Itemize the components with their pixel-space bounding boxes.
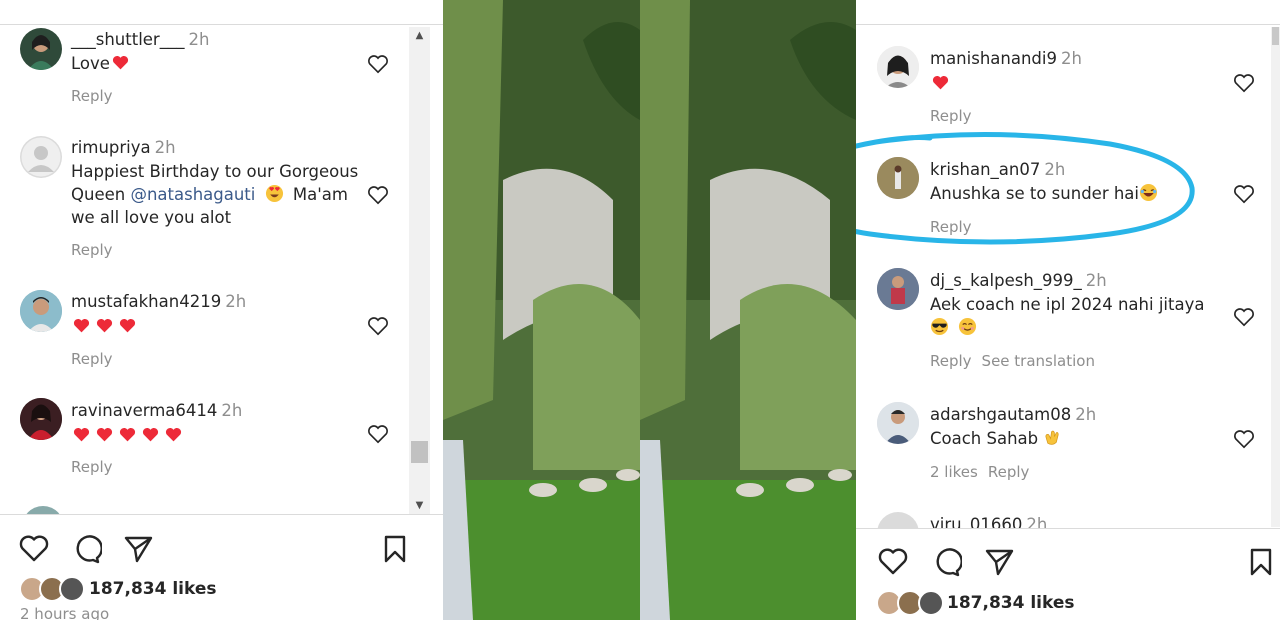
- likes-count[interactable]: 187,834 likes: [947, 593, 1075, 613]
- reply-button[interactable]: Reply: [71, 87, 123, 105]
- red-heart-emoji: [142, 427, 159, 442]
- comment-meta: Reply See translation: [930, 352, 1105, 370]
- top-divider: [0, 24, 443, 25]
- avatar[interactable]: [20, 398, 62, 440]
- comment-username[interactable]: dj_s_kalpesh_999_ 2h: [930, 271, 1107, 290]
- comment-text: Coach Sahab: [930, 427, 1062, 450]
- comment-username[interactable]: ___shuttler___ 2h: [71, 30, 209, 49]
- comment-icon[interactable]: [930, 546, 962, 578]
- see-translation-link[interactable]: See translation: [982, 352, 1095, 370]
- avatar[interactable]: [20, 28, 62, 70]
- reply-button[interactable]: Reply: [930, 107, 982, 125]
- action-bar: 187,834 likes: [856, 528, 1280, 620]
- comment-text: Love: [71, 52, 135, 75]
- comment-username[interactable]: mustafakhan4219 2h: [71, 292, 246, 311]
- like-comment-heart-icon[interactable]: [1233, 184, 1255, 204]
- comment-meta: 2 likes Reply: [930, 463, 1039, 481]
- comment-time: 2h: [1060, 49, 1082, 68]
- like-comment-heart-icon[interactable]: [367, 316, 389, 336]
- avatar[interactable]: [877, 46, 919, 88]
- reply-button[interactable]: Reply: [71, 458, 123, 476]
- reply-button[interactable]: Reply: [71, 241, 123, 259]
- like-comment-heart-icon[interactable]: [367, 54, 389, 74]
- comment-time: 2h: [154, 138, 176, 157]
- mention-link[interactable]: @natashagauti: [130, 185, 255, 204]
- avatar[interactable]: [877, 268, 919, 310]
- left-comments-panel: ___shuttler___ 2h Love Reply rimupriya 2h …: [0, 0, 443, 620]
- like-comment-heart-icon[interactable]: [367, 185, 389, 205]
- post-photo-right: [640, 0, 856, 620]
- bookmark-icon[interactable]: [1245, 546, 1277, 578]
- red-heart-emoji: [119, 427, 136, 442]
- comment-text: [73, 424, 188, 447]
- comment-time: 2h: [221, 401, 243, 420]
- bookmark-icon[interactable]: [379, 533, 411, 565]
- red-heart-emoji: [96, 318, 113, 333]
- sunglasses-emoji: [930, 317, 949, 336]
- red-heart-emoji: [932, 75, 949, 90]
- share-icon[interactable]: [983, 546, 1015, 578]
- red-heart-emoji: [73, 318, 90, 333]
- red-heart-emoji: [96, 427, 113, 442]
- like-comment-heart-icon[interactable]: [367, 424, 389, 444]
- liker-avatar[interactable]: [918, 590, 944, 616]
- red-heart-emoji: [165, 427, 182, 442]
- reply-button[interactable]: Reply: [930, 352, 972, 370]
- comment-time: 2h: [1075, 405, 1097, 424]
- red-heart-emoji: [112, 55, 128, 70]
- red-heart-emoji: [73, 427, 90, 442]
- heart-eyes-emoji: [265, 184, 283, 203]
- comment-text: [932, 72, 955, 95]
- avatar[interactable]: [20, 290, 62, 332]
- post-photo-left: [443, 0, 640, 620]
- highlight-circle-annotation: [856, 132, 1195, 245]
- smile-emoji: [959, 317, 977, 336]
- liker-avatar[interactable]: [59, 576, 85, 602]
- avatar[interactable]: [20, 136, 62, 178]
- right-comments-panel: manishanandi9 2h Reply krishan_an07 2h Anu…: [856, 0, 1280, 620]
- like-comment-heart-icon[interactable]: [1233, 429, 1255, 449]
- avatar[interactable]: [877, 402, 919, 444]
- comment-text: [73, 315, 142, 338]
- scroll-thumb[interactable]: [411, 441, 428, 463]
- comment-time: 2h: [225, 292, 247, 311]
- heart-icon[interactable]: [877, 546, 909, 578]
- clapping-emoji: [1045, 430, 1059, 445]
- reply-button[interactable]: Reply: [988, 463, 1030, 481]
- comment-username[interactable]: manishanandi9 2h: [930, 49, 1082, 68]
- like-comment-heart-icon[interactable]: [1233, 307, 1255, 327]
- reply-button[interactable]: Reply: [71, 350, 123, 368]
- comment-text: Aek coach ne ipl 2024 nahi jitaya: [930, 293, 1220, 339]
- post-time[interactable]: 2 hours ago: [20, 605, 109, 620]
- scroll-up-arrow-icon[interactable]: ▲: [409, 27, 430, 44]
- comment-time: 2h: [1085, 271, 1107, 290]
- red-heart-emoji: [119, 318, 136, 333]
- comment-username[interactable]: rimupriya 2h: [71, 138, 176, 157]
- comment-text: Happiest Birthday to our Gorgeous Queen …: [71, 162, 359, 227]
- comment-time: 2h: [188, 30, 210, 49]
- share-icon[interactable]: [122, 533, 154, 565]
- likes-count[interactable]: 187,834 likes: [89, 579, 217, 599]
- scroll-down-arrow-icon[interactable]: ▼: [409, 497, 430, 514]
- comment-username[interactable]: adarshgautam08 2h: [930, 405, 1096, 424]
- action-bar: 187,834 likes 2 hours ago: [0, 514, 443, 620]
- comments-scrollbar[interactable]: [1271, 27, 1280, 527]
- like-comment-heart-icon[interactable]: [1233, 73, 1255, 93]
- comment-username[interactable]: ravinaverma6414 2h: [71, 401, 242, 420]
- scroll-thumb[interactable]: [1272, 27, 1279, 45]
- comment-icon[interactable]: [70, 533, 102, 565]
- heart-icon[interactable]: [18, 533, 50, 565]
- top-divider: [856, 24, 1280, 25]
- comment-likes[interactable]: 2 likes: [930, 463, 978, 481]
- comments-scrollbar[interactable]: ▲ ▼: [409, 27, 430, 514]
